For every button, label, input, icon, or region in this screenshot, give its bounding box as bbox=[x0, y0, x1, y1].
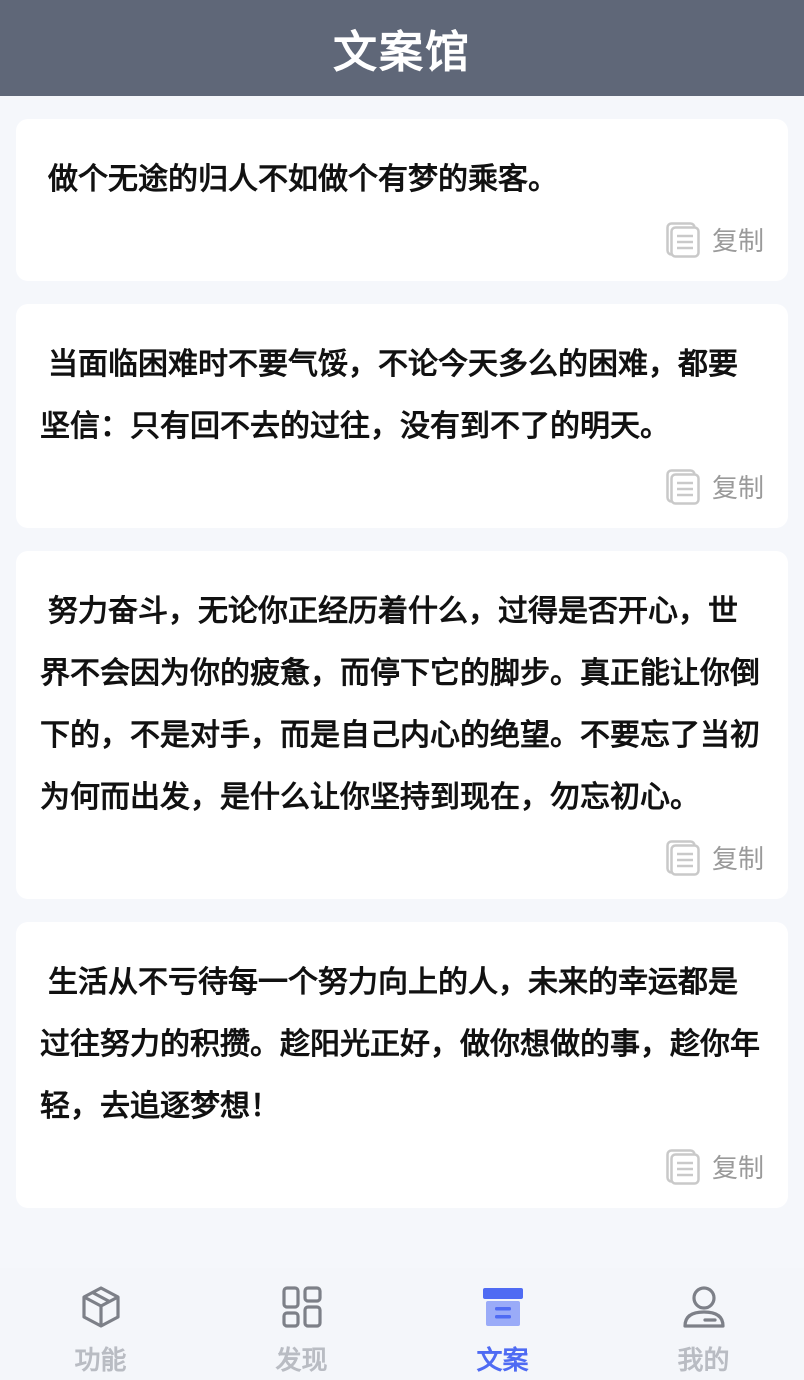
bottom-tab-bar: 功能 发现 文案 我的 bbox=[0, 1268, 804, 1380]
post-feed[interactable]: 做个无途的归人不如做个有梦的乘客。 复制 当面临困难时不要气馁，不论今天多么的困… bbox=[0, 96, 804, 1268]
copy-icon bbox=[666, 221, 700, 258]
copy-icon bbox=[666, 1148, 700, 1185]
post-card: 生活从不亏待每一个努力向上的人，未来的幸运都是过往努力的积攒。趁阳光正好，做你想… bbox=[16, 922, 788, 1208]
tab-functions[interactable]: 功能 bbox=[0, 1268, 201, 1380]
user-icon bbox=[682, 1286, 725, 1328]
post-card: 当面临困难时不要气馁，不论今天多么的困难，都要坚信：只有回不去的过往，没有到不了… bbox=[16, 304, 788, 528]
tab-label: 发现 bbox=[275, 1346, 328, 1376]
copy-button[interactable]: 复制 bbox=[666, 468, 764, 505]
tab-copywriting[interactable]: 文案 bbox=[402, 1268, 603, 1380]
page-title: 文案馆 bbox=[333, 27, 471, 78]
copy-button[interactable]: 复制 bbox=[666, 1148, 764, 1185]
copy-button[interactable]: 复制 bbox=[666, 839, 764, 876]
post-text: 当面临困难时不要气馁，不论今天多么的困难，都要坚信：只有回不去的过往，没有到不了… bbox=[40, 347, 738, 444]
archive-icon bbox=[482, 1288, 523, 1326]
tab-label: 我的 bbox=[677, 1346, 730, 1376]
app-header: 文案馆 bbox=[0, 0, 804, 96]
tab-mine[interactable]: 我的 bbox=[603, 1268, 804, 1380]
copy-label: 复制 bbox=[711, 474, 764, 504]
grid-icon bbox=[281, 1286, 322, 1328]
post-text: 做个无途的归人不如做个有梦的乘客。 bbox=[48, 162, 558, 197]
copy-icon bbox=[666, 468, 700, 505]
post-text: 努力奋斗，无论你正经历着什么，过得是否开心，世界不会因为你的疲惫，而停下它的脚步… bbox=[40, 594, 760, 815]
post-card: 努力奋斗，无论你正经历着什么，过得是否开心，世界不会因为你的疲惫，而停下它的脚步… bbox=[16, 551, 788, 899]
cube-icon bbox=[81, 1286, 120, 1328]
tab-label: 文案 bbox=[476, 1346, 529, 1376]
copy-icon bbox=[666, 839, 700, 876]
post-card: 做个无途的归人不如做个有梦的乘客。 复制 bbox=[16, 119, 788, 281]
copy-label: 复制 bbox=[711, 1154, 764, 1184]
tab-discover[interactable]: 发现 bbox=[201, 1268, 402, 1380]
copy-label: 复制 bbox=[711, 845, 764, 875]
copy-button[interactable]: 复制 bbox=[666, 221, 764, 258]
post-text: 生活从不亏待每一个努力向上的人，未来的幸运都是过往努力的积攒。趁阳光正好，做你想… bbox=[40, 965, 760, 1124]
tab-label: 功能 bbox=[74, 1346, 127, 1376]
copy-label: 复制 bbox=[711, 227, 764, 257]
